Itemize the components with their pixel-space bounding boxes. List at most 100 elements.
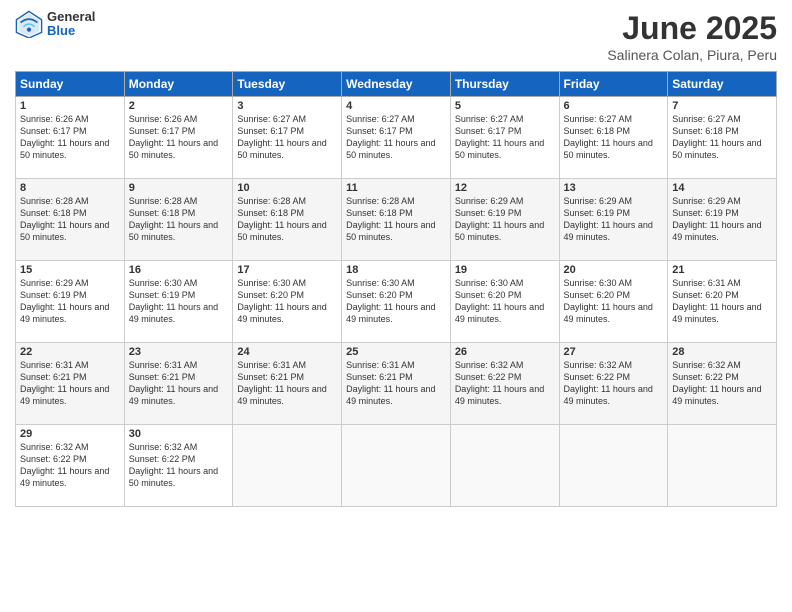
calendar-table: Sunday Monday Tuesday Wednesday Thursday… xyxy=(15,71,777,507)
subtitle: Salinera Colan, Piura, Peru xyxy=(607,47,777,63)
table-row: 20 Sunrise: 6:30 AMSunset: 6:20 PMDaylig… xyxy=(559,261,668,343)
day-info: Sunrise: 6:28 AMSunset: 6:18 PMDaylight:… xyxy=(129,196,218,242)
day-number: 4 xyxy=(346,100,446,112)
day-number: 24 xyxy=(237,346,337,358)
logo-blue-text: Blue xyxy=(47,24,95,38)
day-info: Sunrise: 6:32 AMSunset: 6:22 PMDaylight:… xyxy=(20,442,109,488)
table-row: 22 Sunrise: 6:31 AMSunset: 6:21 PMDaylig… xyxy=(16,343,125,425)
day-number: 18 xyxy=(346,264,446,276)
day-number: 20 xyxy=(564,264,664,276)
table-row: 1 Sunrise: 6:26 AMSunset: 6:17 PMDayligh… xyxy=(16,97,125,179)
day-number: 6 xyxy=(564,100,664,112)
table-row: 18 Sunrise: 6:30 AMSunset: 6:20 PMDaylig… xyxy=(342,261,451,343)
day-info: Sunrise: 6:29 AMSunset: 6:19 PMDaylight:… xyxy=(672,196,761,242)
col-tuesday: Tuesday xyxy=(233,72,342,97)
day-info: Sunrise: 6:31 AMSunset: 6:21 PMDaylight:… xyxy=(346,360,435,406)
header: General Blue June 2025 Salinera Colan, P… xyxy=(15,10,777,63)
day-info: Sunrise: 6:30 AMSunset: 6:20 PMDaylight:… xyxy=(237,278,326,324)
day-info: Sunrise: 6:30 AMSunset: 6:19 PMDaylight:… xyxy=(129,278,218,324)
table-row: 23 Sunrise: 6:31 AMSunset: 6:21 PMDaylig… xyxy=(124,343,233,425)
table-row: 26 Sunrise: 6:32 AMSunset: 6:22 PMDaylig… xyxy=(450,343,559,425)
day-number: 14 xyxy=(672,182,772,194)
day-info: Sunrise: 6:32 AMSunset: 6:22 PMDaylight:… xyxy=(455,360,544,406)
logo-icon xyxy=(15,10,43,38)
table-row: 15 Sunrise: 6:29 AMSunset: 6:19 PMDaylig… xyxy=(16,261,125,343)
table-row: 21 Sunrise: 6:31 AMSunset: 6:20 PMDaylig… xyxy=(668,261,777,343)
table-row: 9 Sunrise: 6:28 AMSunset: 6:18 PMDayligh… xyxy=(124,179,233,261)
day-number: 8 xyxy=(20,182,120,194)
table-row xyxy=(233,425,342,507)
day-number: 23 xyxy=(129,346,229,358)
col-saturday: Saturday xyxy=(668,72,777,97)
col-thursday: Thursday xyxy=(450,72,559,97)
table-row: 13 Sunrise: 6:29 AMSunset: 6:19 PMDaylig… xyxy=(559,179,668,261)
table-row: 2 Sunrise: 6:26 AMSunset: 6:17 PMDayligh… xyxy=(124,97,233,179)
table-row: 10 Sunrise: 6:28 AMSunset: 6:18 PMDaylig… xyxy=(233,179,342,261)
day-number: 3 xyxy=(237,100,337,112)
day-info: Sunrise: 6:31 AMSunset: 6:21 PMDaylight:… xyxy=(20,360,109,406)
logo-text: General Blue xyxy=(47,10,95,39)
table-row xyxy=(668,425,777,507)
day-number: 11 xyxy=(346,182,446,194)
day-number: 16 xyxy=(129,264,229,276)
day-info: Sunrise: 6:32 AMSunset: 6:22 PMDaylight:… xyxy=(129,442,218,488)
day-info: Sunrise: 6:31 AMSunset: 6:20 PMDaylight:… xyxy=(672,278,761,324)
day-number: 25 xyxy=(346,346,446,358)
day-info: Sunrise: 6:30 AMSunset: 6:20 PMDaylight:… xyxy=(346,278,435,324)
day-info: Sunrise: 6:29 AMSunset: 6:19 PMDaylight:… xyxy=(20,278,109,324)
day-info: Sunrise: 6:27 AMSunset: 6:17 PMDaylight:… xyxy=(346,114,435,160)
day-number: 2 xyxy=(129,100,229,112)
page: General Blue June 2025 Salinera Colan, P… xyxy=(0,0,792,612)
col-sunday: Sunday xyxy=(16,72,125,97)
day-number: 9 xyxy=(129,182,229,194)
table-row: 29 Sunrise: 6:32 AMSunset: 6:22 PMDaylig… xyxy=(16,425,125,507)
calendar-header-row: Sunday Monday Tuesday Wednesday Thursday… xyxy=(16,72,777,97)
day-number: 5 xyxy=(455,100,555,112)
day-number: 19 xyxy=(455,264,555,276)
day-number: 26 xyxy=(455,346,555,358)
logo: General Blue xyxy=(15,10,95,39)
table-row: 25 Sunrise: 6:31 AMSunset: 6:21 PMDaylig… xyxy=(342,343,451,425)
day-info: Sunrise: 6:27 AMSunset: 6:17 PMDaylight:… xyxy=(455,114,544,160)
logo-general-text: General xyxy=(47,10,95,24)
title-block: June 2025 Salinera Colan, Piura, Peru xyxy=(607,10,777,63)
day-info: Sunrise: 6:28 AMSunset: 6:18 PMDaylight:… xyxy=(237,196,326,242)
day-info: Sunrise: 6:32 AMSunset: 6:22 PMDaylight:… xyxy=(672,360,761,406)
day-number: 21 xyxy=(672,264,772,276)
day-number: 1 xyxy=(20,100,120,112)
table-row: 6 Sunrise: 6:27 AMSunset: 6:18 PMDayligh… xyxy=(559,97,668,179)
day-number: 28 xyxy=(672,346,772,358)
day-number: 22 xyxy=(20,346,120,358)
table-row: 7 Sunrise: 6:27 AMSunset: 6:18 PMDayligh… xyxy=(668,97,777,179)
day-number: 17 xyxy=(237,264,337,276)
table-row: 30 Sunrise: 6:32 AMSunset: 6:22 PMDaylig… xyxy=(124,425,233,507)
day-number: 27 xyxy=(564,346,664,358)
day-info: Sunrise: 6:31 AMSunset: 6:21 PMDaylight:… xyxy=(237,360,326,406)
main-title: June 2025 xyxy=(607,10,777,47)
day-info: Sunrise: 6:31 AMSunset: 6:21 PMDaylight:… xyxy=(129,360,218,406)
table-row: 27 Sunrise: 6:32 AMSunset: 6:22 PMDaylig… xyxy=(559,343,668,425)
table-row: 28 Sunrise: 6:32 AMSunset: 6:22 PMDaylig… xyxy=(668,343,777,425)
table-row: 19 Sunrise: 6:30 AMSunset: 6:20 PMDaylig… xyxy=(450,261,559,343)
day-info: Sunrise: 6:32 AMSunset: 6:22 PMDaylight:… xyxy=(564,360,653,406)
day-number: 7 xyxy=(672,100,772,112)
day-info: Sunrise: 6:30 AMSunset: 6:20 PMDaylight:… xyxy=(455,278,544,324)
day-number: 12 xyxy=(455,182,555,194)
day-info: Sunrise: 6:29 AMSunset: 6:19 PMDaylight:… xyxy=(455,196,544,242)
day-info: Sunrise: 6:28 AMSunset: 6:18 PMDaylight:… xyxy=(346,196,435,242)
table-row: 3 Sunrise: 6:27 AMSunset: 6:17 PMDayligh… xyxy=(233,97,342,179)
table-row: 16 Sunrise: 6:30 AMSunset: 6:19 PMDaylig… xyxy=(124,261,233,343)
table-row: 12 Sunrise: 6:29 AMSunset: 6:19 PMDaylig… xyxy=(450,179,559,261)
day-number: 29 xyxy=(20,428,120,440)
col-wednesday: Wednesday xyxy=(342,72,451,97)
day-number: 30 xyxy=(129,428,229,440)
day-number: 15 xyxy=(20,264,120,276)
day-info: Sunrise: 6:27 AMSunset: 6:18 PMDaylight:… xyxy=(564,114,653,160)
table-row: 11 Sunrise: 6:28 AMSunset: 6:18 PMDaylig… xyxy=(342,179,451,261)
table-row: 5 Sunrise: 6:27 AMSunset: 6:17 PMDayligh… xyxy=(450,97,559,179)
day-info: Sunrise: 6:26 AMSunset: 6:17 PMDaylight:… xyxy=(129,114,218,160)
table-row xyxy=(450,425,559,507)
col-monday: Monday xyxy=(124,72,233,97)
day-info: Sunrise: 6:29 AMSunset: 6:19 PMDaylight:… xyxy=(564,196,653,242)
day-number: 10 xyxy=(237,182,337,194)
